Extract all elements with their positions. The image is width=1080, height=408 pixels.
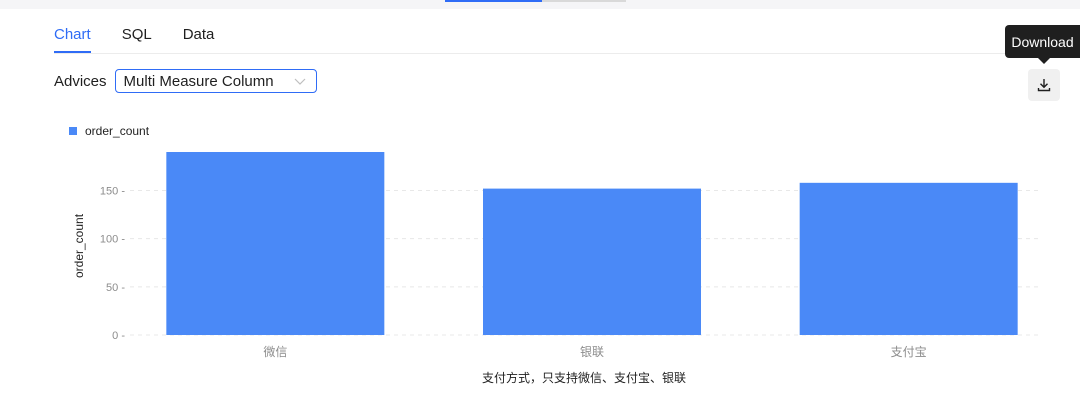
y-tick-label: 150 -	[100, 186, 125, 198]
y-tick-label: 100 -	[100, 234, 125, 246]
x-category-label: 微信	[263, 345, 287, 359]
bar-2[interactable]	[799, 182, 1018, 335]
chart-legend[interactable]: order_count	[69, 124, 150, 138]
x-axis-title: 支付方式，只支持微信、支付宝、银联	[482, 370, 686, 385]
y-tick-label: 50 -	[106, 282, 125, 294]
bar-chart: order_count 0 - 50 - 100 - 150 - 微信 银联 支付宝 or…	[69, 124, 1040, 385]
x-category-label: 支付宝	[891, 345, 927, 359]
legend-label: order_count	[85, 124, 150, 138]
y-tick-label: 0 -	[112, 330, 125, 342]
bar-0[interactable]	[166, 152, 385, 335]
x-category-label: 银联	[580, 345, 604, 359]
bar-1[interactable]	[483, 188, 701, 335]
y-axis-title: order_count	[72, 213, 86, 278]
legend-swatch	[69, 127, 77, 135]
